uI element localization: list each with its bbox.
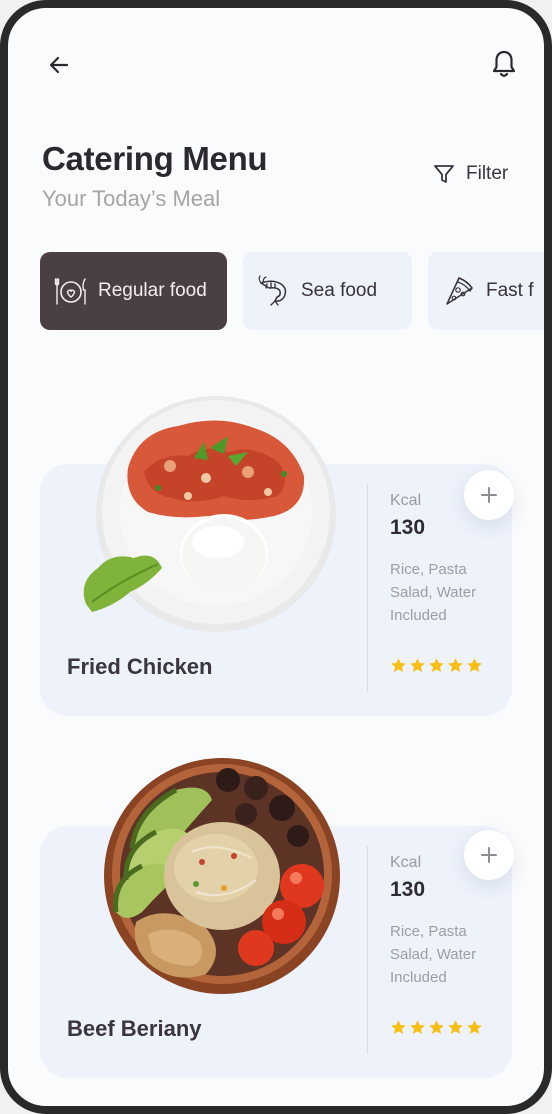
kcal-value: 130 [390, 878, 426, 901]
star-icon [429, 1020, 444, 1035]
page-subtitle: Your Today’s Meal [42, 186, 221, 211]
add-to-cart-button[interactable] [464, 830, 514, 880]
page-title: Catering Menu [42, 140, 268, 177]
star-icon [467, 1020, 482, 1035]
menu-item-name: Beef Beriany [67, 1016, 202, 1041]
plus-icon [481, 847, 497, 863]
star-icon [467, 658, 482, 673]
add-to-cart-button[interactable] [464, 470, 514, 520]
menu-item-name: Fried Chicken [67, 654, 213, 679]
category-sea-food[interactable]: Sea food [243, 252, 412, 330]
star-icon [448, 658, 463, 673]
category-tabs: Regular food Sea food Fast f [40, 252, 544, 332]
funnel-icon [434, 165, 454, 183]
beef-beriany-image [104, 758, 340, 994]
fried-chicken-image [83, 396, 336, 632]
plus-icon [481, 487, 497, 503]
bell-icon [492, 50, 516, 77]
plate-cutlery-icon [54, 278, 86, 305]
card-divider [367, 846, 368, 1054]
filter-button[interactable]: Filter [432, 162, 508, 186]
pizza-slice-icon [446, 277, 473, 305]
category-fast-food[interactable]: Fast f [428, 252, 544, 330]
star-icon [410, 658, 425, 673]
menu-item-description: Rice, Pasta Salad, Water Included [390, 561, 477, 624]
phone-frame: Catering Menu Your Today’s Meal Filter R… [0, 0, 552, 1114]
notifications-button[interactable] [486, 44, 522, 84]
kcal-value: 130 [390, 516, 426, 539]
star-icon [429, 658, 444, 673]
filter-label: Filter [466, 163, 509, 184]
category-label: Fast f [486, 280, 534, 301]
arrow-left-icon [49, 56, 69, 74]
kcal-label: Kcal [390, 854, 422, 871]
star-icon [391, 658, 406, 673]
card-divider [367, 484, 368, 692]
rating-stars [390, 657, 483, 674]
category-regular-food[interactable]: Regular food [40, 252, 227, 330]
star-icon [391, 1020, 406, 1035]
star-icon [410, 1020, 425, 1035]
category-label: Regular food [98, 280, 207, 301]
menu-item-description: Rice, Pasta Salad, Water Included [390, 923, 477, 986]
back-button[interactable] [42, 48, 76, 82]
rating-stars [390, 1019, 483, 1036]
top-bar [8, 8, 544, 118]
shrimp-icon [258, 275, 287, 306]
category-label: Sea food [301, 280, 378, 301]
star-icon [448, 1020, 463, 1035]
kcal-label: Kcal [390, 492, 422, 509]
